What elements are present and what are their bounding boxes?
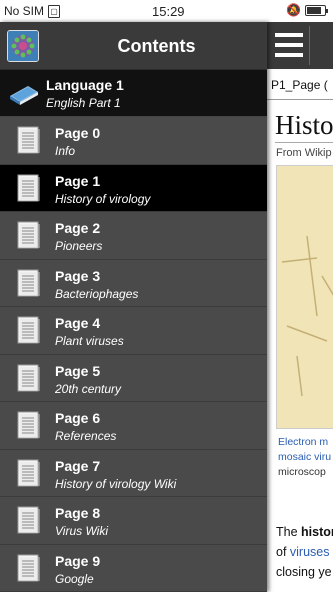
content-page: P1_Page ( Histo From Wikip Electron m mo… (267, 22, 333, 592)
page-item-7[interactable]: Page 7 History of virology Wiki (0, 449, 267, 497)
language-subtitle: English Part 1 (46, 96, 121, 110)
status-bar: No SIM ▢ 15:29 🔕 (0, 0, 333, 22)
page-subtitle: Pioneers (55, 239, 103, 253)
virus-app-icon[interactable] (7, 30, 39, 62)
document-icon (17, 459, 41, 492)
carrier-label: No SIM (4, 4, 45, 18)
page-subtitle: History of virology (55, 191, 151, 206)
article-text-line: The histor (276, 525, 333, 539)
document-icon (17, 269, 41, 302)
divider (275, 142, 333, 143)
drawer-title: Contents (117, 36, 196, 56)
page-item-4[interactable]: Page 4 Plant viruses (0, 307, 267, 355)
page-subtitle: Google (55, 571, 94, 586)
page-subtitle: Plant viruses (55, 334, 124, 348)
source-note: From Wikip (276, 147, 332, 159)
bold-text: histor (301, 525, 333, 539)
article-text-line: closing ye (276, 565, 332, 579)
page-title: Page 0 (55, 125, 101, 141)
page-item-3[interactable]: Page 3 Bacteriophages (0, 259, 267, 307)
document-icon (17, 126, 41, 159)
electron-micrograph-image[interactable] (276, 165, 333, 429)
page-title: Page 3 (55, 267, 101, 284)
text: The (276, 525, 302, 539)
document-icon (17, 316, 41, 349)
document-icon (17, 506, 41, 539)
menu-icon[interactable] (275, 33, 303, 57)
article-title: Histo (275, 110, 333, 140)
page-subtitle: Info (55, 144, 76, 158)
page-subtitle: 20th century (55, 381, 122, 396)
page-title: Page 7 (55, 457, 101, 474)
page-list: Page 0 Info Page 1 History of virology Page … (0, 117, 267, 592)
text: of (276, 545, 290, 559)
page-title: Page 5 (55, 362, 101, 379)
page-title: Page 2 (55, 220, 101, 236)
book-icon (8, 82, 40, 111)
page-subtitle: History of virology Wiki (55, 476, 177, 491)
page-subtitle: Bacteriophages (55, 286, 139, 301)
page-item-5[interactable]: Page 5 20th century (0, 354, 267, 402)
page-subtitle: References (55, 429, 117, 443)
language-item[interactable]: Language 1 English Part 1 (0, 70, 267, 116)
page-item-1[interactable]: Page 1 History of virology (0, 164, 267, 212)
page-subtitle: Virus Wiki (55, 524, 109, 538)
text: closing ye (276, 565, 332, 579)
figure-caption-line[interactable]: Electron m (278, 436, 328, 448)
viruses-link[interactable]: viruses (290, 545, 330, 559)
page-label: P1_Page ( (271, 78, 328, 92)
divider (267, 99, 333, 100)
figure-caption-line[interactable]: mosaic viru (278, 451, 331, 463)
toolbar-divider (309, 26, 310, 65)
page-item-2[interactable]: Page 2 Pioneers (0, 212, 267, 260)
document-icon (17, 554, 41, 587)
page-title: Page 6 (55, 410, 101, 426)
page-title: Page 1 (55, 172, 101, 189)
page-title: Page 8 (55, 505, 101, 521)
drawer-header: Contents (0, 22, 267, 70)
document-icon (17, 364, 41, 397)
clock: 15:29 (152, 4, 185, 19)
bell-muted-icon: 🔕 (286, 3, 301, 17)
page-item-9[interactable]: Page 9 Google (0, 544, 267, 592)
document-icon (17, 411, 41, 444)
language-title: Language 1 (46, 77, 124, 93)
page-item-8[interactable]: Page 8 Virus Wiki (0, 497, 267, 545)
page-item-6[interactable]: Page 6 References (0, 402, 267, 450)
figure-caption-line: microscop (278, 466, 326, 478)
page-title: Page 9 (55, 552, 101, 569)
navigation-drawer: Contents Language 1 English Part 1 Page … (0, 22, 267, 592)
article-text-line: of viruses (276, 545, 330, 559)
document-icon (17, 174, 41, 207)
page-item-0[interactable]: Page 0 Info (0, 117, 267, 165)
sim-icon: ▢ (48, 5, 60, 18)
document-icon (17, 221, 41, 254)
page-title: Page 4 (55, 315, 101, 331)
content-toolbar (267, 22, 333, 69)
battery-icon (305, 5, 328, 16)
